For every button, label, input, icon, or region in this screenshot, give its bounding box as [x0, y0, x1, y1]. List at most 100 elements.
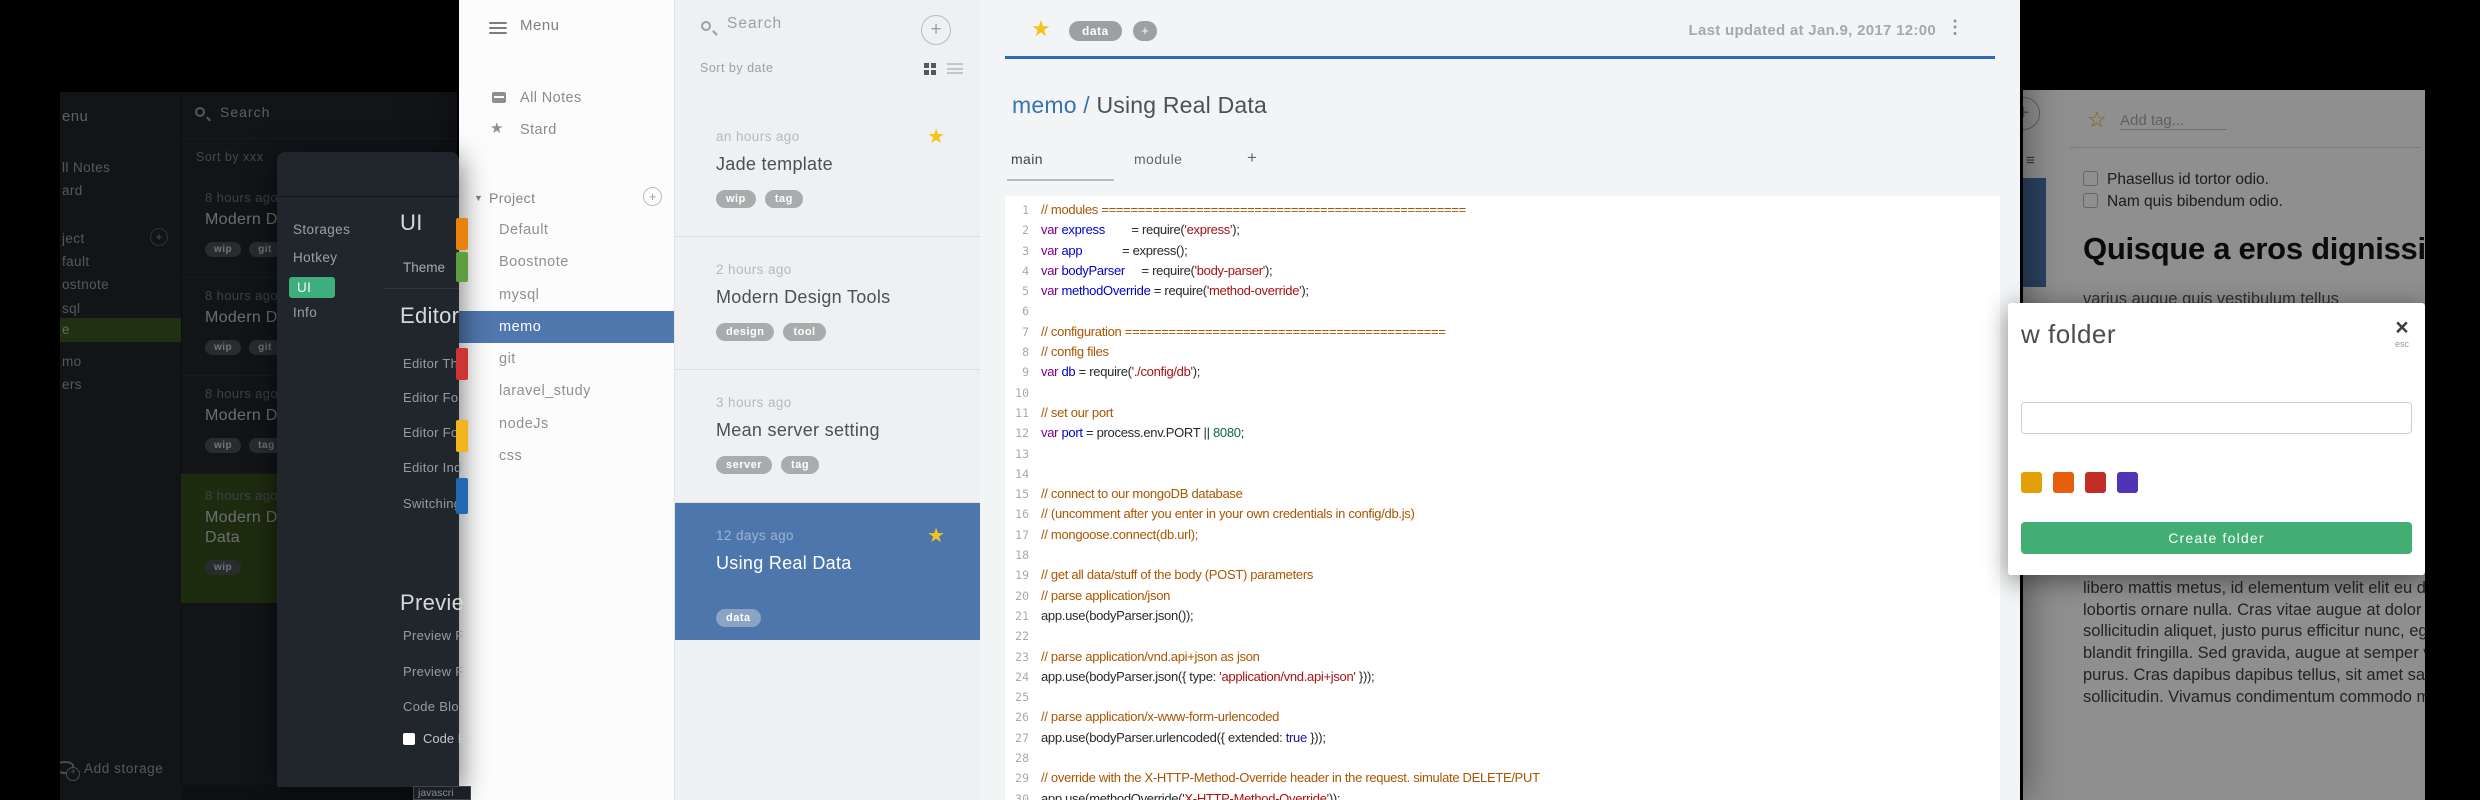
note-star-icon[interactable]: ★ — [927, 523, 945, 548]
left-folder[interactable]: mo — [62, 354, 82, 369]
code-token: app.use(bodyParser.urlencoded({ extended… — [1041, 729, 1286, 745]
sidebar-folder-Default[interactable]: Default — [459, 214, 674, 246]
sidebar-folder-mysql[interactable]: mysql — [459, 279, 674, 311]
list-view-icon[interactable] — [947, 63, 963, 74]
settings-item[interactable]: Preview F — [403, 628, 464, 643]
note-card[interactable]: 12 days ago ★ Using Real Data data — [675, 503, 980, 640]
note-star-icon[interactable]: ★ — [1031, 16, 1051, 42]
settings-theme-label[interactable]: Theme — [403, 260, 445, 275]
code-line: 4 var bodyParser = require('body-parser')… — [1005, 261, 2000, 281]
checklist-item[interactable]: Nam quis bibendum odio. — [2083, 192, 2283, 215]
settings-item[interactable]: Code Blo — [403, 699, 459, 714]
checklist-item[interactable]: Phasellus id tortor odio. — [2083, 171, 2283, 193]
chevron-down-icon[interactable]: ▼ — [474, 193, 483, 203]
code-token: ; — [1240, 425, 1245, 441]
kebab-menu-icon[interactable]: ⋮ — [1946, 17, 1964, 38]
folder-color-swatch[interactable] — [2117, 472, 2138, 493]
code-token: // modules =============================… — [1041, 202, 1466, 217]
settings-nav-ui[interactable]: UI — [289, 277, 335, 298]
code-token: // parse application/x-www-form-urlencod… — [1041, 709, 1280, 725]
code-text: var bodyParser = require('body-parser'); — [1041, 261, 1273, 281]
hamburger-menu-icon[interactable] — [489, 22, 507, 34]
left-all-notes[interactable]: ll Notes — [62, 160, 110, 175]
left-project-header[interactable]: ject — [62, 231, 85, 246]
menu-label[interactable]: Menu — [520, 17, 560, 34]
code-line: 6 — [1005, 301, 2000, 321]
note-card[interactable]: 2 hours ago Modern Design Tools design tool — [675, 237, 980, 370]
note-card[interactable]: an hours ago ★ Jade template wip tag — [675, 104, 980, 237]
note-card[interactable]: 3 hours ago Mean server setting server tag — [675, 370, 980, 503]
left-add-folder-icon[interactable]: + — [150, 228, 168, 246]
sidebar-folder-git[interactable]: git — [459, 343, 674, 375]
close-icon[interactable]: × — [2387, 315, 2417, 339]
new-tab-button[interactable]: + — [1247, 148, 1257, 168]
note-star-icon[interactable]: ★ — [927, 124, 945, 149]
code-token: var — [1041, 364, 1059, 380]
color-swatch[interactable] — [456, 218, 468, 250]
right-star-icon[interactable]: ☆ — [2087, 107, 2107, 133]
left-search-input[interactable]: Search — [220, 104, 270, 120]
boostnote-main-window: Menu All Notes ★ Stard ▼ Project + Defau… — [459, 0, 2020, 800]
color-swatch[interactable] — [456, 420, 468, 452]
add-folder-button[interactable]: + — [643, 187, 662, 206]
language-select[interactable]: javascri — [413, 786, 471, 800]
right-new-note-icon[interactable]: + — [2023, 97, 2040, 130]
search-input[interactable] — [727, 15, 877, 33]
note-tag-badge[interactable]: data — [1069, 21, 1122, 41]
folder-color-swatch[interactable] — [2085, 472, 2106, 493]
code-line: 10 — [1005, 383, 2000, 403]
tab-main[interactable]: main — [1011, 151, 1043, 167]
dialog-close-button[interactable]: × esc — [2387, 315, 2417, 349]
settings-item[interactable]: Preview F — [403, 664, 464, 679]
left-sort-label[interactable]: Sort by xxx — [196, 150, 263, 164]
sidebar-item-starred[interactable]: Stard — [520, 122, 557, 138]
left-folder[interactable]: ostnote — [62, 277, 109, 292]
settings-item[interactable]: Editor Fo — [403, 390, 458, 405]
settings-item[interactable]: Editor Fo — [403, 425, 458, 440]
left-menu-label[interactable]: enu — [62, 108, 88, 125]
code-token: // set our port — [1041, 404, 1114, 420]
settings-nav-hotkey[interactable]: Hotkey — [293, 250, 337, 265]
sidebar-folder-memo[interactable]: memo — [459, 310, 674, 344]
left-folder[interactable]: ers — [62, 377, 82, 392]
settings-nav-info[interactable]: Info — [293, 305, 317, 320]
sort-by-label[interactable]: Sort by date — [700, 61, 773, 75]
tab-module[interactable]: module — [1134, 151, 1182, 167]
line-number: 3 — [1022, 243, 1029, 258]
settings-item[interactable]: Editor Ind — [403, 460, 462, 475]
project-header[interactable]: Project — [489, 190, 535, 206]
folder-color-swatch[interactable] — [2053, 472, 2074, 493]
code-token: db — [1061, 364, 1076, 380]
folder-color-swatch[interactable] — [2021, 472, 2042, 493]
sidebar-folder-laravel_study[interactable]: laravel_study — [459, 375, 674, 407]
code-block-checkbox[interactable] — [403, 733, 415, 745]
line-number: 29 — [1015, 771, 1029, 786]
left-starred[interactable]: ard — [62, 183, 83, 198]
right-list-view-icon[interactable]: ≡ — [2026, 152, 2035, 169]
left-folder[interactable]: sql — [62, 301, 80, 316]
settings-item[interactable]: Editor Th — [403, 356, 458, 371]
color-swatch[interactable] — [456, 252, 468, 282]
left-folder[interactable]: fault — [62, 254, 90, 269]
grid-view-icon[interactable] — [924, 63, 937, 76]
checkbox-icon[interactable] — [2083, 171, 2098, 186]
right-add-tag-input[interactable] — [2120, 112, 2227, 130]
settings-nav-storages[interactable]: Storages — [293, 222, 350, 237]
breadcrumb-folder[interactable]: memo / — [1012, 92, 1096, 118]
sidebar-folder-nodeJs[interactable]: nodeJs — [459, 408, 674, 440]
color-swatch[interactable] — [456, 348, 468, 380]
sidebar-folder-Boostnote[interactable]: Boostnote — [459, 246, 674, 278]
sidebar-folder-css[interactable]: css — [459, 440, 674, 472]
new-note-button[interactable]: + — [921, 15, 951, 45]
folder-name-input[interactable] — [2021, 402, 2412, 434]
code-editor[interactable]: 1 // modules ============================… — [1005, 196, 2000, 800]
checkbox-icon[interactable] — [2083, 192, 2098, 208]
color-swatch[interactable] — [456, 478, 468, 514]
code-block-checkbox-label: Code B — [423, 731, 467, 746]
left-folder-selected[interactable]: e — [60, 318, 181, 342]
add-tag-button[interactable]: + — [1133, 21, 1157, 41]
settings-item[interactable]: Switching — [403, 496, 461, 511]
create-folder-button[interactable]: Create folder — [2021, 522, 2412, 554]
sidebar-item-all-notes[interactable]: All Notes — [520, 90, 582, 106]
add-storage-label: Add storage — [84, 761, 164, 776]
